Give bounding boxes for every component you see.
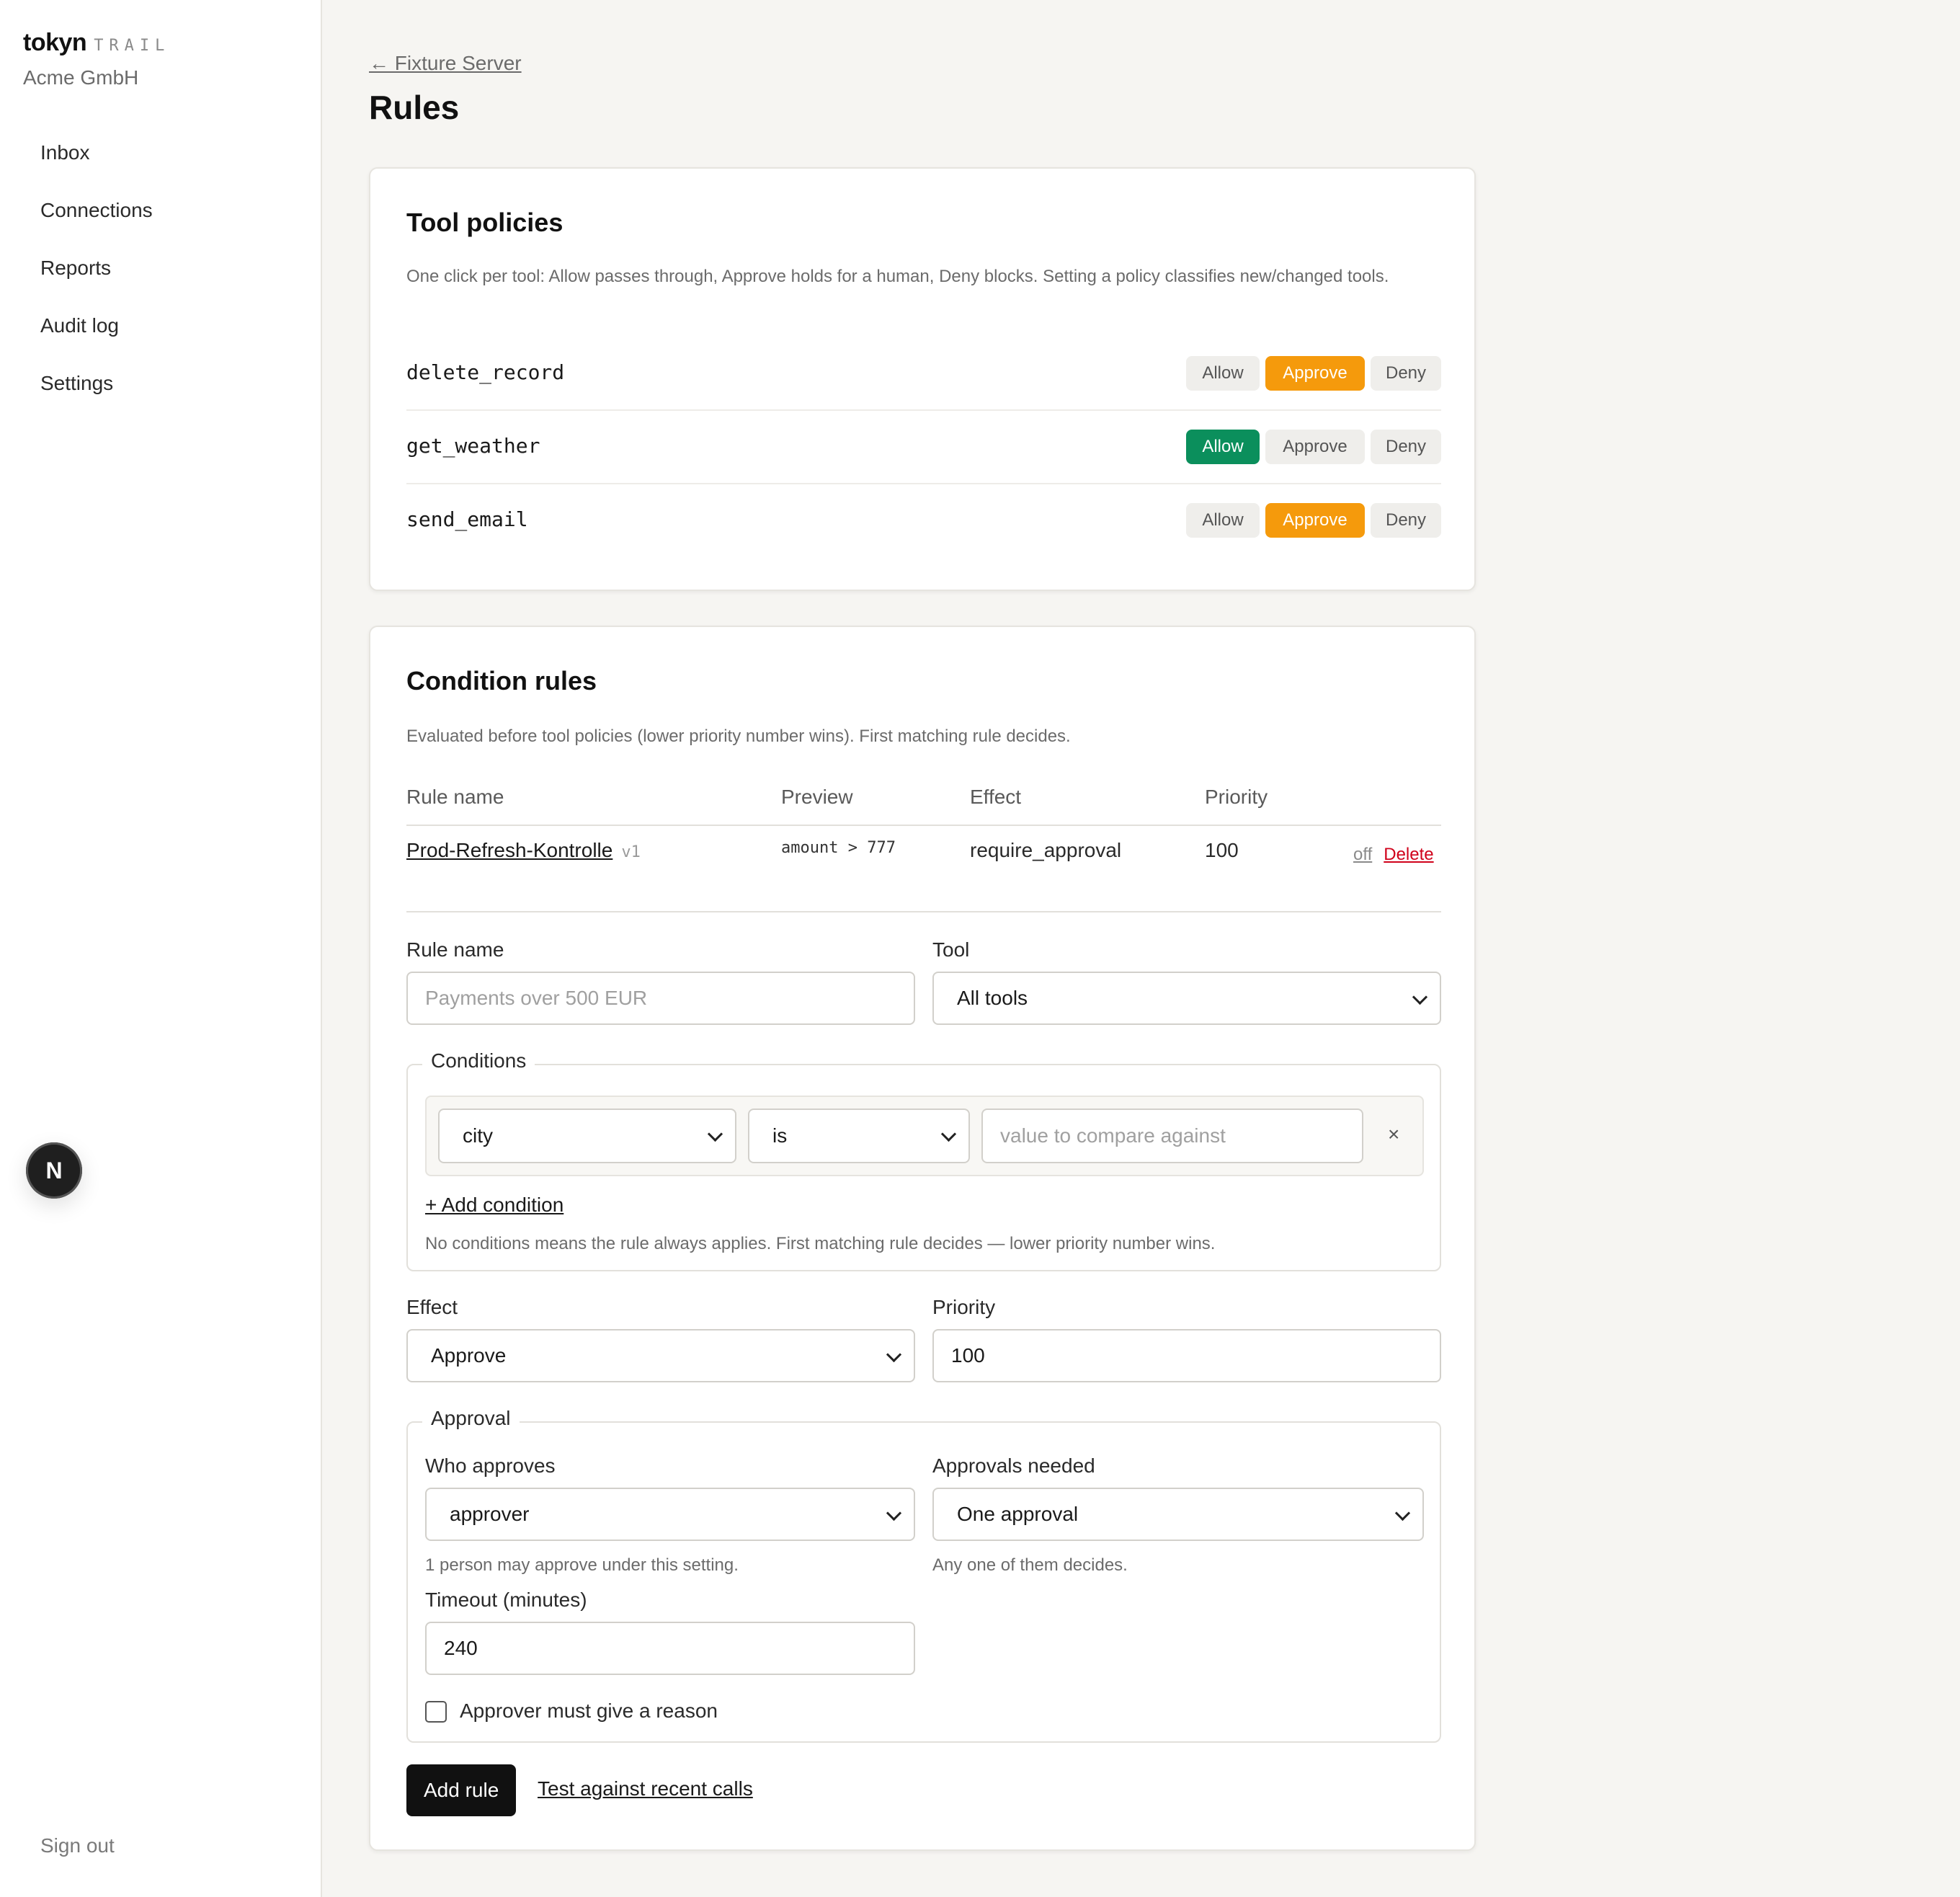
rule-effect: require_approval (970, 839, 1122, 861)
condition-operator-value: is (772, 1124, 788, 1147)
sign-out-link[interactable]: Sign out (40, 1834, 115, 1857)
column-header-rule-name: Rule name (406, 786, 504, 808)
column-header-effect: Effect (970, 786, 1022, 808)
table-divider (406, 911, 1441, 912)
condition-rules-card: Condition rules Evaluated before tool po… (369, 626, 1476, 1851)
timeout-input-value: 240 (444, 1637, 478, 1659)
timeout-input[interactable]: 240 (425, 1622, 915, 1675)
approval-legend: Approval (422, 1407, 520, 1430)
who-approves-select[interactable]: approver (425, 1488, 915, 1541)
rule-version: v1 (621, 843, 641, 861)
allow-button[interactable]: Allow (1186, 430, 1260, 464)
condition-operator-select[interactable]: is (748, 1109, 970, 1163)
effect-label: Effect (406, 1296, 458, 1318)
approvals-needed-value: One approval (957, 1503, 1079, 1525)
policy-row-send-email: send_email Allow Approve Deny (406, 484, 1441, 558)
policy-selector: Allow Approve Deny (1186, 503, 1441, 538)
rule-name-link[interactable]: Prod-Refresh-Kontrolle (406, 839, 612, 861)
priority-input-value: 100 (951, 1344, 985, 1367)
deny-button[interactable]: Deny (1371, 430, 1441, 464)
condition-rules-description: Evaluated before tool policies (lower pr… (406, 727, 1071, 746)
timeout-label: Timeout (minutes) (425, 1589, 587, 1611)
add-condition-link[interactable]: + Add condition (425, 1194, 564, 1217)
sidebar: tokyn TRAIL Acme GmbH Inbox Connections R… (0, 0, 322, 1897)
tool-select-value: All tools (957, 987, 1028, 1009)
rule-toggle-off-link[interactable]: off (1353, 845, 1372, 864)
policy-row-get-weather: get_weather Allow Approve Deny (406, 411, 1441, 484)
tool-name: delete_record (406, 360, 565, 384)
allow-button[interactable]: Allow (1186, 503, 1260, 538)
priority-label: Priority (932, 1296, 996, 1318)
table-divider (406, 825, 1441, 826)
sidebar-item-audit-log[interactable]: Audit log (23, 310, 304, 368)
who-approves-value: approver (450, 1503, 530, 1525)
approval-fieldset: Approval Who approves approver 1 person … (406, 1407, 1441, 1743)
rule-priority: 100 (1205, 839, 1239, 861)
brand-name: tokyn (23, 29, 87, 56)
brand-logo: tokyn TRAIL (23, 29, 170, 57)
back-link[interactable]: ← Fixture Server (369, 52, 522, 75)
sidebar-item-settings[interactable]: Settings (23, 368, 304, 425)
effect-select[interactable]: Approve (406, 1329, 915, 1382)
sidebar-item-reports[interactable]: Reports (23, 252, 304, 310)
brand-tag: TRAIL (94, 37, 171, 55)
test-against-recent-calls-link[interactable]: Test against recent calls (538, 1777, 753, 1800)
who-approves-label: Who approves (425, 1454, 556, 1477)
deny-button[interactable]: Deny (1371, 356, 1441, 391)
rule-name-placeholder: Payments over 500 EUR (425, 987, 648, 1009)
tool-name: get_weather (406, 434, 540, 458)
condition-field-value: city (463, 1124, 493, 1147)
rule-name-input[interactable]: Payments over 500 EUR (406, 972, 915, 1025)
approve-button[interactable]: Approve (1265, 503, 1365, 538)
column-header-preview: Preview (781, 786, 853, 808)
rule-name-cell: Prod-Refresh-Kontrolle v1 (406, 839, 641, 862)
tool-select[interactable]: All tools (932, 972, 1441, 1025)
rule-actions: off Delete (1353, 842, 1434, 865)
sidebar-nav: Inbox Connections Reports Audit log Sett… (23, 137, 304, 425)
remove-condition-icon[interactable]: × (1388, 1123, 1399, 1146)
approvals-needed-help: Any one of them decides. (932, 1555, 1128, 1575)
add-rule-button[interactable]: Add rule (406, 1764, 517, 1816)
approve-button[interactable]: Approve (1265, 430, 1365, 464)
rule-preview: amount > 777 (781, 839, 896, 857)
condition-rules-title: Condition rules (406, 666, 597, 696)
page-title: Rules (369, 89, 460, 126)
approvals-needed-label: Approvals needed (932, 1454, 1095, 1477)
rule-name-label: Rule name (406, 938, 504, 961)
deny-button[interactable]: Deny (1371, 503, 1441, 538)
policy-selector: Allow Approve Deny (1186, 356, 1441, 391)
tool-policies-card: Tool policies One click per tool: Allow … (369, 167, 1476, 591)
org-name: Acme GmbH (23, 66, 139, 89)
rule-delete-link[interactable]: Delete (1384, 845, 1433, 864)
column-header-priority: Priority (1205, 786, 1268, 808)
allow-button[interactable]: Allow (1186, 356, 1260, 391)
policy-row-delete-record: delete_record Allow Approve Deny (406, 337, 1441, 411)
conditions-fieldset: Conditions city is value to compare agai… (406, 1049, 1441, 1271)
approve-button[interactable]: Approve (1265, 356, 1365, 391)
tool-name: send_email (406, 507, 528, 531)
sidebar-item-inbox[interactable]: Inbox (23, 137, 304, 195)
tool-policies-title: Tool policies (406, 208, 564, 237)
policy-selector: Allow Approve Deny (1186, 430, 1441, 464)
condition-value-placeholder: value to compare against (1000, 1124, 1226, 1147)
reason-required-label[interactable]: Approver must give a reason (460, 1700, 718, 1723)
tool-label: Tool (932, 938, 970, 961)
dev-tools-badge-icon[interactable]: N (26, 1142, 82, 1199)
priority-input[interactable]: 100 (932, 1329, 1441, 1382)
reason-required-checkbox[interactable] (425, 1701, 447, 1723)
who-approves-help: 1 person may approve under this setting. (425, 1555, 739, 1575)
effect-select-value: Approve (431, 1344, 507, 1367)
approvals-needed-select[interactable]: One approval (932, 1488, 1424, 1541)
sidebar-item-connections[interactable]: Connections (23, 195, 304, 252)
conditions-legend: Conditions (422, 1049, 535, 1072)
condition-value-input[interactable]: value to compare against (981, 1109, 1363, 1163)
tool-policies-description: One click per tool: Allow passes through… (406, 267, 1389, 286)
condition-field-select[interactable]: city (438, 1109, 736, 1163)
condition-row: city is value to compare against × (425, 1096, 1424, 1176)
conditions-help-text: No conditions means the rule always appl… (425, 1234, 1216, 1253)
